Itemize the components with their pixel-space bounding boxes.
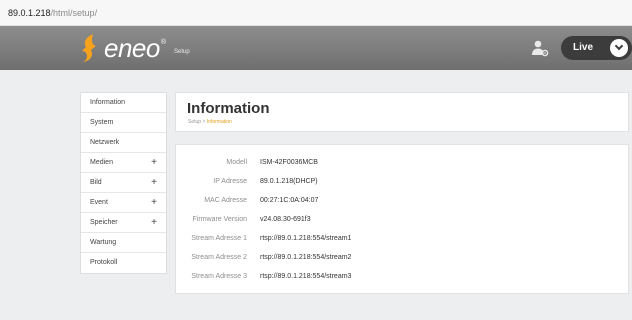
sidebar-item-system[interactable]: System xyxy=(81,113,166,133)
sidebar-item-netzwerk[interactable]: Netzwerk xyxy=(81,133,166,153)
info-label: Stream Adresse 1 xyxy=(191,235,247,242)
info-label: MAC Adresse xyxy=(204,197,247,204)
info-row-ip-address: IP Adresse 89.0.1.218(DHCP) xyxy=(176,176,628,188)
breadcrumb: Setup > Information xyxy=(188,119,232,125)
info-label: Stream Adresse 2 xyxy=(191,254,247,261)
sidebar-item-event[interactable]: Event + xyxy=(81,193,166,213)
info-label: IP Adresse xyxy=(213,178,247,185)
sidebar-item-protokoll[interactable]: Protokoll xyxy=(81,253,166,273)
expand-plus-icon[interactable]: + xyxy=(151,173,157,193)
logo-registered: ® xyxy=(160,38,167,46)
sidebar-item-label: Bild xyxy=(90,179,102,186)
logo-subtitle: Setup xyxy=(174,49,190,55)
info-label: Stream Adresse 3 xyxy=(191,273,247,280)
address-host: 89.0.1.218 xyxy=(8,8,51,18)
sidebar-item-label: Information xyxy=(90,99,126,106)
sidebar-item-wartung[interactable]: Wartung xyxy=(81,233,166,253)
sidebar-nav: Information System Netzwerk Medien + Bil… xyxy=(80,92,167,274)
live-view-button[interactable]: Live xyxy=(561,36,632,60)
sidebar-item-information[interactable]: Information xyxy=(81,93,166,113)
device-info-panel: Modell ISM-42F0036MCB IP Adresse 89.0.1.… xyxy=(175,144,629,294)
expand-plus-icon[interactable]: + xyxy=(151,193,157,213)
info-row-model: Modell ISM-42F0036MCB xyxy=(176,157,628,169)
info-row-stream-address-1: Stream Adresse 1 rtsp://89.0.1.218:554/s… xyxy=(176,233,628,245)
info-row-stream-address-3: Stream Adresse 3 rtsp://89.0.1.218:554/s… xyxy=(176,271,628,283)
top-header: eneo ® Setup xyxy=(0,26,632,70)
info-value: ISM-42F0036MCB xyxy=(260,159,318,166)
sidebar-item-bild[interactable]: Bild + xyxy=(81,173,166,193)
info-row-firmware-version: Firmware Version v24.08.30-691f3 xyxy=(176,214,628,226)
page-title: Information xyxy=(187,100,270,117)
info-value: v24.08.30-691f3 xyxy=(260,216,311,223)
sidebar-item-label: Medien xyxy=(90,159,113,166)
logo-text: eneo xyxy=(104,33,160,63)
user-settings-icon[interactable] xyxy=(531,39,549,57)
info-row-mac-address: MAC Adresse 00:27:1C:0A:04:07 xyxy=(176,195,628,207)
sidebar-item-label: Wartung xyxy=(90,239,117,246)
address-bar[interactable]: 89.0.1.218/html/setup/ xyxy=(0,0,632,26)
info-value: rtsp://89.0.1.218:554/stream1 xyxy=(260,235,352,242)
info-label: Firmware Version xyxy=(192,216,247,223)
sidebar-item-label: Netzwerk xyxy=(90,139,120,146)
sidebar-item-label: Speicher xyxy=(90,219,118,226)
info-value: rtsp://89.0.1.218:554/stream2 xyxy=(260,254,352,261)
breadcrumb-separator: > xyxy=(202,119,206,125)
sidebar-item-label: Protokoll xyxy=(90,259,118,266)
info-row-stream-address-2: Stream Adresse 2 rtsp://89.0.1.218:554/s… xyxy=(176,252,628,264)
breadcrumb-current: Information xyxy=(206,119,232,125)
expand-plus-icon[interactable]: + xyxy=(151,153,157,173)
sidebar-item-speicher[interactable]: Speicher + xyxy=(81,213,166,233)
info-value: 89.0.1.218(DHCP) xyxy=(260,178,318,185)
expand-plus-icon[interactable]: + xyxy=(151,213,157,233)
info-value: rtsp://89.0.1.218:554/stream3 xyxy=(260,273,352,280)
eneo-flame-icon xyxy=(82,34,96,62)
info-value: 00:27:1C:0A:04:07 xyxy=(260,197,319,204)
sidebar-item-label: System xyxy=(90,119,114,126)
page-header-panel: Information Setup > Information xyxy=(175,92,629,132)
sidebar-item-medien[interactable]: Medien + xyxy=(81,153,166,173)
address-path: /html/setup/ xyxy=(50,8,98,18)
eneo-logo[interactable]: eneo ® Setup xyxy=(80,30,190,66)
sidebar-item-label: Event xyxy=(90,199,108,206)
breadcrumb-root[interactable]: Setup xyxy=(188,119,201,125)
live-button-label: Live xyxy=(573,42,594,53)
chevron-down-icon xyxy=(610,39,628,57)
info-label: Modell xyxy=(226,159,247,166)
